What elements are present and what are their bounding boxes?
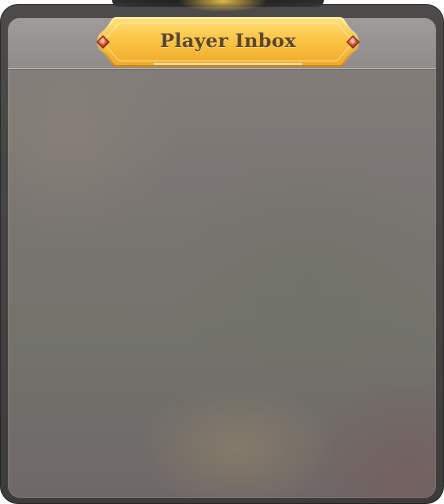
message-list-area[interactable] — [8, 69, 436, 498]
top-glow — [178, 0, 268, 12]
inbox-panel — [8, 18, 436, 498]
inbox-screen: Player Inbox — [0, 0, 444, 504]
title-plate: Player Inbox — [94, 14, 362, 70]
page-title: Player Inbox — [160, 30, 296, 52]
